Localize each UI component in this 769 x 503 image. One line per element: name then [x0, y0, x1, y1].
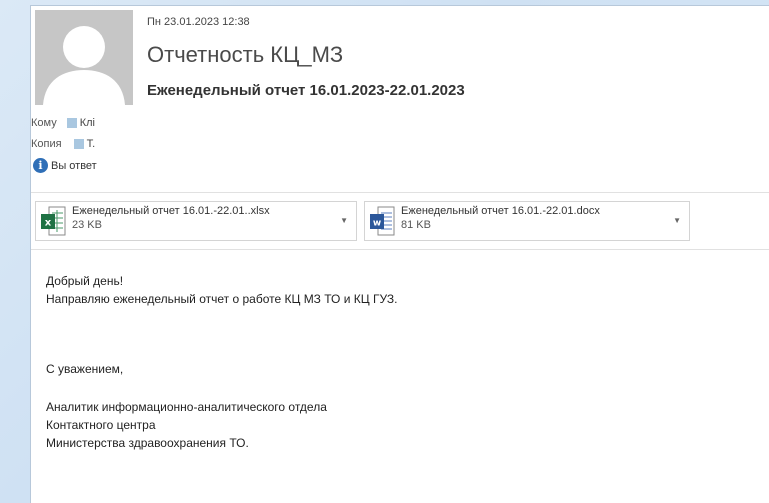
cc-recipient[interactable]: Т.	[87, 138, 96, 150]
excel-icon: x	[40, 205, 66, 237]
body-line: Направляю еженедельный отчет о работе КЦ…	[46, 292, 398, 306]
chevron-down-icon[interactable]: ▼	[340, 216, 348, 225]
attachment-size: 81 KB	[401, 219, 431, 231]
attachment-name: Еженедельный отчет 16.01.-22.01.docx	[401, 205, 600, 217]
to-recipient[interactable]: Клі	[80, 117, 95, 129]
body-regards: С уважением,	[46, 362, 124, 376]
recipient-chip	[66, 118, 77, 128]
info-text: Вы ответ	[51, 159, 97, 172]
signature-line: Контактного центра	[46, 418, 156, 432]
svg-text:w: w	[373, 219, 381, 229]
sender-avatar[interactable]	[35, 10, 133, 105]
message-header: Пн 23.01.2023 12:38 Отчетность КЦ_МЗ Еже…	[31, 6, 769, 192]
signature-line: Аналитик информационно-аналитического от…	[46, 400, 327, 414]
message-reading-pane: Пн 23.01.2023 12:38 Отчетность КЦ_МЗ Еже…	[30, 5, 769, 503]
to-row: Кому Клі	[31, 114, 95, 132]
attachments-bar: x Еженедельный отчет 16.01.-22.01..xlsx …	[31, 193, 769, 249]
word-icon: w	[369, 205, 395, 237]
info-bar[interactable]: i Вы ответ	[31, 158, 97, 173]
cc-label: Копия	[31, 138, 62, 150]
to-label: Кому	[31, 117, 57, 129]
recipient-chip	[73, 139, 84, 149]
attachment-docx[interactable]: w Еженедельный отчет 16.01.-22.01.docx 8…	[364, 201, 690, 241]
sent-date: Пн 23.01.2023 12:38	[147, 16, 250, 28]
attachment-xlsx[interactable]: x Еженедельный отчет 16.01.-22.01..xlsx …	[35, 201, 357, 241]
person-silhouette-icon	[35, 10, 133, 105]
body-greeting: Добрый день!	[46, 274, 124, 288]
signature-line: Министерства здравоохранения ТО.	[46, 436, 249, 450]
chevron-down-icon[interactable]: ▼	[673, 216, 681, 225]
info-icon: i	[33, 158, 48, 173]
cc-row: Копия Т.	[31, 135, 95, 153]
svg-text:x: x	[45, 218, 52, 229]
attachment-name: Еженедельный отчет 16.01.-22.01..xlsx	[72, 205, 270, 217]
message-heading: Еженедельный отчет 16.01.2023-22.01.2023	[147, 82, 465, 99]
message-subject: Отчетность КЦ_МЗ	[147, 42, 344, 67]
attachment-size: 23 KB	[72, 219, 102, 231]
message-body: Добрый день! Направляю еженедельный отче…	[31, 250, 769, 452]
